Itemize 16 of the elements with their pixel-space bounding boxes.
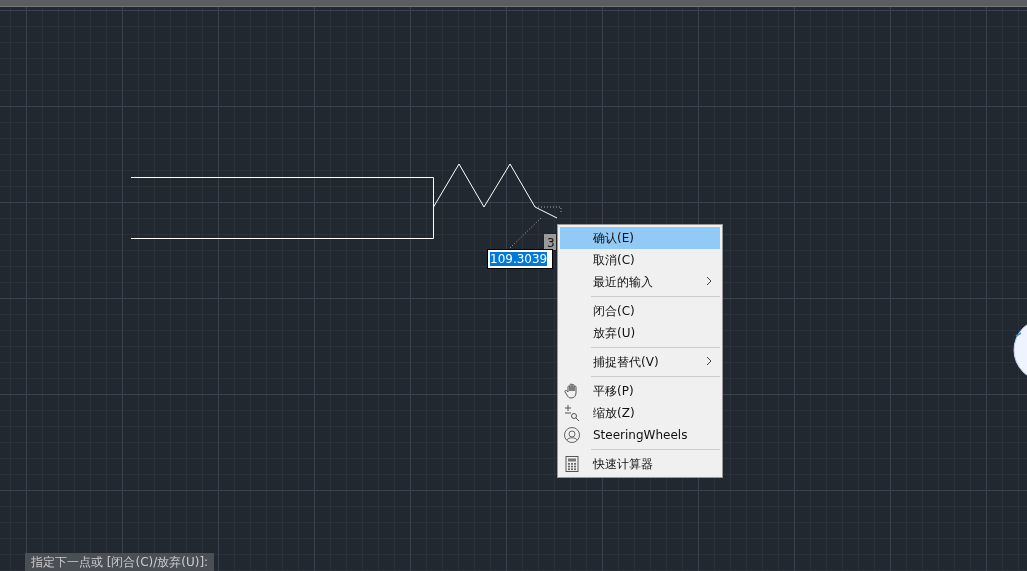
rubber-band-line	[509, 206, 562, 249]
menu-item[interactable]: 平移(P)	[560, 380, 720, 402]
menu-item[interactable]: 缩放(Z)	[560, 402, 720, 424]
menu-item[interactable]: 确认(E)	[560, 227, 720, 249]
menu-item[interactable]: 取消(C)	[560, 249, 720, 271]
dimension-input[interactable]: 109.3039	[487, 249, 553, 269]
menu-item[interactable]: 闭合(C)	[560, 300, 720, 322]
menu-item[interactable]: 放弃(U)	[560, 322, 720, 344]
zoom-icon	[563, 404, 581, 422]
menu-item[interactable]: 最近的输入	[560, 271, 720, 293]
calculator-icon	[563, 455, 581, 473]
menu-item[interactable]: 快速计算器	[560, 453, 720, 475]
menu-item[interactable]: SteeringWheels	[560, 424, 720, 446]
angle-tooltip: 3	[543, 233, 557, 251]
command-prompt: 指定下一点或 [闭合(C)/放弃(U)]:	[25, 553, 215, 571]
menu-item[interactable]: 捕捉替代(V)	[560, 351, 720, 373]
